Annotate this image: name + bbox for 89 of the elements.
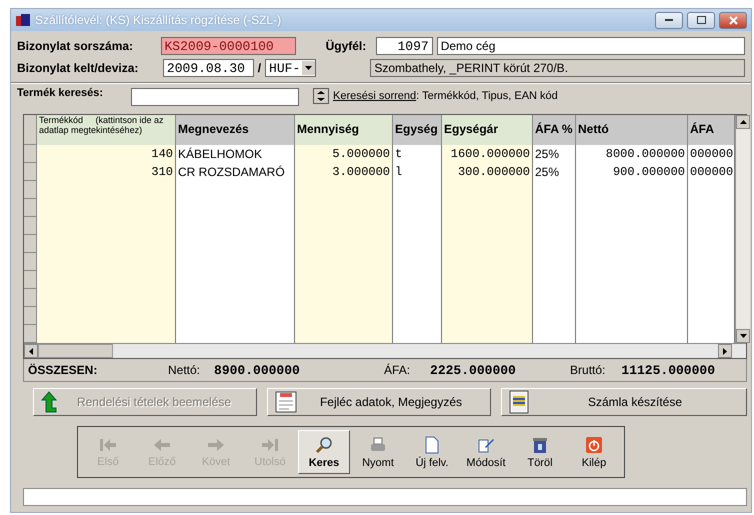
minimize-icon <box>665 18 673 22</box>
sort-toggle-icon[interactable] <box>313 88 329 104</box>
caret-down-icon <box>740 334 746 338</box>
skip-left-icon <box>99 436 117 452</box>
currency-dropdown[interactable]: HUF- <box>265 59 316 77</box>
table-cell: 300.000000 <box>442 163 533 181</box>
doc-number-field[interactable]: KS2009-0000100 <box>160 37 296 55</box>
net-label: Nettó: <box>168 363 200 377</box>
row-header[interactable] <box>24 199 37 217</box>
field-label: Bizonylat kelt/deviza: <box>17 61 140 75</box>
power-icon <box>585 436 603 454</box>
scroll-right-button[interactable] <box>718 344 732 358</box>
row-header[interactable] <box>24 235 37 253</box>
sort-order-text: : Termékkód, Tipus, EAN kód <box>416 90 558 102</box>
table-cell: KÁBELHOMOK <box>176 145 295 163</box>
arrow-left-icon <box>153 436 171 452</box>
window-title: Szállítólevél: (KS) Kiszállítás rögzítése (-SZL-) <box>35 13 282 27</box>
column-header[interactable]: Megnevezés <box>176 115 295 145</box>
table-cell: 310 <box>37 163 176 181</box>
column-header[interactable]: Egység <box>393 115 442 145</box>
arrow-right-icon <box>207 436 225 452</box>
table-cell: 3.000000 <box>295 163 393 181</box>
skip-right-icon <box>261 436 279 452</box>
caret-left-icon <box>29 348 33 354</box>
row-header[interactable] <box>24 253 37 271</box>
row-header[interactable] <box>24 181 37 199</box>
search-field[interactable] <box>131 88 299 106</box>
column-header[interactable]: Egységár <box>442 115 533 145</box>
vertical-scrollbar[interactable] <box>735 115 750 343</box>
address-field: Szombathely, _PERINT körút 270/B. <box>370 59 745 77</box>
table-cell: 5.000000 <box>295 145 393 163</box>
scroll-up-button[interactable] <box>736 115 750 129</box>
caret-up-icon <box>740 120 746 124</box>
table-cell: 1600.000000 <box>442 145 533 163</box>
column-header[interactable]: ÁFA <box>688 115 735 145</box>
gross-total: 11125.000000 <box>621 362 716 378</box>
table-cell: CR ROZSDAMARÓ <box>176 163 295 181</box>
totals-label: ÖSSZESEN: <box>28 363 98 377</box>
vat-label: ÁFA: <box>384 363 410 377</box>
close-icon <box>728 16 738 24</box>
gross-label: Bruttó: <box>570 363 606 377</box>
vat-total: 2225.000000 <box>430 362 517 378</box>
trash-icon <box>531 436 549 454</box>
net-total: 8900.000000 <box>214 362 301 378</box>
arrow-up-icon <box>40 391 58 413</box>
date-field[interactable]: 2009.08.30 <box>162 59 254 77</box>
app-icon <box>15 13 31 27</box>
horizontal-scrollbar[interactable] <box>24 343 746 358</box>
minimize-button[interactable] <box>655 12 683 28</box>
scroll-left-button[interactable] <box>24 344 38 358</box>
table-cell: 25% <box>533 145 576 163</box>
caret-right-icon <box>723 348 727 354</box>
row-header[interactable] <box>24 217 37 235</box>
invoice-icon <box>508 390 530 414</box>
column-header[interactable]: ÁFA % <box>533 115 576 145</box>
row-header[interactable] <box>24 289 37 307</box>
column-header[interactable]: Mennyiség <box>295 115 393 145</box>
table-cell: 000000 <box>688 145 735 163</box>
document-icon <box>424 436 440 454</box>
field-label: Ügyfél: <box>324 39 366 53</box>
table-cell: 140 <box>37 145 176 163</box>
customer-name-field[interactable]: Demo cég <box>436 37 745 55</box>
printer-icon <box>369 436 387 454</box>
maximize-icon <box>696 16 706 24</box>
column-header[interactable]: Termékkód (kattintson ide az adatlap megtekintéséhez) <box>37 115 176 145</box>
row-header[interactable] <box>24 115 37 145</box>
action-button[interactable]: Fejléc adatok, Megjegyzés <box>267 388 491 416</box>
table-cell: 25% <box>533 163 576 181</box>
dropdown-caret-icon <box>302 61 316 75</box>
table-cell: 000000 <box>688 163 735 181</box>
document-icon <box>274 390 298 414</box>
search-label: Termék keresés: <box>17 88 104 99</box>
field-label: Bizonylat sorszáma: <box>17 39 134 53</box>
maximize-button[interactable] <box>687 12 715 28</box>
table-cell: t <box>393 145 442 163</box>
scroll-down-button[interactable] <box>736 329 750 343</box>
row-header[interactable] <box>24 145 37 163</box>
row-header[interactable] <box>24 271 37 289</box>
row-header[interactable] <box>24 307 37 325</box>
close-button[interactable] <box>719 12 747 28</box>
row-header[interactable] <box>24 163 37 181</box>
search-icon <box>315 436 333 454</box>
sort-order-link[interactable]: Keresési sorrend <box>333 90 416 102</box>
toolbar-button[interactable]: Keres <box>298 430 350 474</box>
scroll-thumb[interactable] <box>38 344 113 358</box>
action-button[interactable]: Számla készítése <box>501 388 747 416</box>
customer-code-field[interactable]: 1097 <box>376 37 433 55</box>
column-header[interactable]: Nettó <box>576 115 688 145</box>
separator-text: / <box>258 61 262 75</box>
